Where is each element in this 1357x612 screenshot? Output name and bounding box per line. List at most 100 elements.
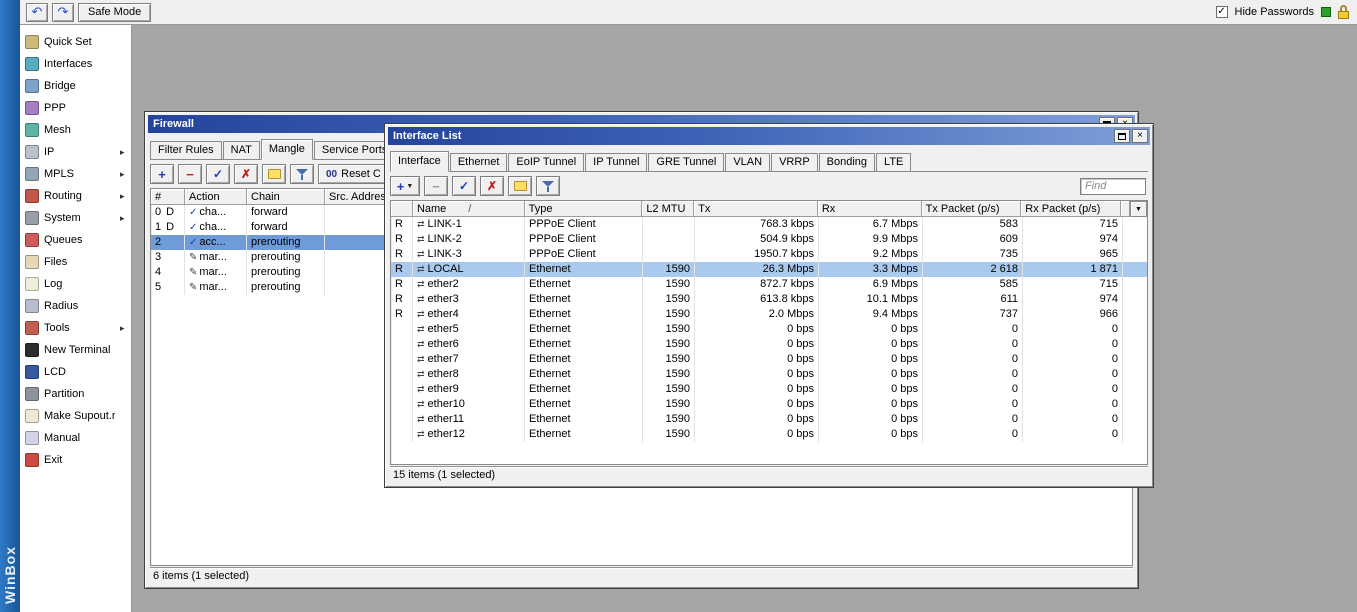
remove-interface-button[interactable]: − bbox=[424, 176, 448, 196]
hide-passwords-checkbox[interactable] bbox=[1216, 6, 1228, 18]
sidebar-item[interactable]: PPP bbox=[20, 97, 131, 119]
hide-passwords-label: Hide Passwords bbox=[1235, 6, 1314, 18]
interface-icon bbox=[417, 293, 428, 305]
column-selector-button[interactable]: ▼ bbox=[1130, 201, 1147, 217]
interface-row[interactable]: ether11 Ethernet 1590 0 bps 0 bps 0 0 bbox=[391, 412, 1147, 427]
column-header-rx[interactable]: Rx bbox=[818, 201, 922, 217]
interface-row[interactable]: R ether2 Ethernet 1590 872.7 kbps 6.9 Mb… bbox=[391, 277, 1147, 292]
sidebar-item[interactable]: System bbox=[20, 207, 131, 229]
interface-table-header: Name/ Type L2 MTU Tx Rx Tx Packet (p/s) … bbox=[391, 201, 1147, 217]
running-flag bbox=[391, 337, 413, 352]
action-mark-icon: ✎ bbox=[189, 267, 197, 278]
sidebar-item[interactable]: MPLS bbox=[20, 163, 131, 185]
interface-row[interactable]: R LINK-2 PPPoE Client 504.9 kbps 9.9 Mbp… bbox=[391, 232, 1147, 247]
tab[interactable]: GRE Tunnel bbox=[648, 153, 724, 171]
interface-row[interactable]: ether7 Ethernet 1590 0 bps 0 bps 0 0 bbox=[391, 352, 1147, 367]
tab[interactable]: Ethernet bbox=[450, 153, 508, 171]
files-icon bbox=[25, 255, 39, 269]
column-header-number[interactable]: # bbox=[151, 189, 185, 205]
interface-row[interactable]: R LOCAL Ethernet 1590 26.3 Mbps 3.3 Mbps… bbox=[391, 262, 1147, 277]
sidebar-item[interactable]: Manual bbox=[20, 427, 131, 449]
interface-row[interactable]: R ether3 Ethernet 1590 613.8 kbps 10.1 M… bbox=[391, 292, 1147, 307]
interface-list-tabs: Interface Ethernet EoIP Tunnel IP Tunnel bbox=[390, 150, 1148, 172]
lock-icon bbox=[1338, 5, 1349, 19]
filter-button[interactable] bbox=[290, 164, 314, 184]
sidebar-item[interactable]: LCD bbox=[20, 361, 131, 383]
column-header-l2mtu[interactable]: L2 MTU bbox=[642, 201, 694, 217]
column-header-name[interactable]: Name/ bbox=[413, 201, 525, 217]
interface-row[interactable]: ether8 Ethernet 1590 0 bps 0 bps 0 0 bbox=[391, 367, 1147, 382]
tab[interactable]: EoIP Tunnel bbox=[508, 153, 584, 171]
sidebar-item[interactable]: Make Supout.rif bbox=[20, 405, 131, 427]
bridge-icon bbox=[25, 79, 39, 93]
tab[interactable]: IP Tunnel bbox=[585, 153, 647, 171]
tab[interactable]: Interface bbox=[390, 151, 449, 172]
close-button[interactable]: × bbox=[1132, 129, 1148, 143]
undo-button[interactable]: ↶ bbox=[26, 3, 48, 22]
dynamic-flag: D bbox=[166, 205, 174, 220]
tab[interactable]: Filter Rules bbox=[150, 141, 222, 159]
running-flag: R bbox=[391, 232, 413, 247]
sidebar-item[interactable]: Tools bbox=[20, 317, 131, 339]
tab[interactable]: Mangle bbox=[261, 139, 313, 160]
running-flag bbox=[391, 367, 413, 382]
column-header-tx-packet[interactable]: Tx Packet (p/s) bbox=[922, 201, 1022, 217]
column-header-tx[interactable]: Tx bbox=[694, 201, 818, 217]
interface-row[interactable]: R LINK-1 PPPoE Client 768.3 kbps 6.7 Mbp… bbox=[391, 217, 1147, 232]
column-header-type[interactable]: Type bbox=[525, 201, 643, 217]
sidebar-item[interactable]: Interfaces bbox=[20, 53, 131, 75]
interface-row[interactable]: ether6 Ethernet 1590 0 bps 0 bps 0 0 bbox=[391, 337, 1147, 352]
interface-row[interactable]: R LINK-3 PPPoE Client 1950.7 kbps 9.2 Mb… bbox=[391, 247, 1147, 262]
comment-button[interactable] bbox=[508, 176, 532, 196]
ppp-icon bbox=[25, 101, 39, 115]
add-rule-button[interactable]: + bbox=[150, 164, 174, 184]
sidebar-item[interactable]: Radius bbox=[20, 295, 131, 317]
sidebar-item[interactable]: Partition bbox=[20, 383, 131, 405]
sidebar-item[interactable]: Bridge bbox=[20, 75, 131, 97]
sidebar-item[interactable]: Quick Set bbox=[20, 31, 131, 53]
find-input[interactable] bbox=[1080, 178, 1146, 195]
enable-interface-button[interactable]: ✓ bbox=[452, 176, 476, 196]
sidebar-item[interactable]: Mesh bbox=[20, 119, 131, 141]
disable-interface-button[interactable]: ✗ bbox=[480, 176, 504, 196]
safe-mode-button[interactable]: Safe Mode bbox=[78, 3, 151, 22]
running-flag bbox=[391, 352, 413, 367]
column-header-rx-packet[interactable]: Rx Packet (p/s) bbox=[1021, 201, 1121, 217]
sidebar-item[interactable]: Files bbox=[20, 251, 131, 273]
column-header-flag[interactable] bbox=[391, 201, 413, 217]
add-interface-button[interactable]: + ▼ bbox=[390, 176, 420, 196]
sidebar-item[interactable]: Routing bbox=[20, 185, 131, 207]
redo-button[interactable]: ↷ bbox=[52, 3, 74, 22]
interface-list-titlebar[interactable]: Interface List × bbox=[388, 127, 1150, 145]
filter-button[interactable] bbox=[536, 176, 560, 196]
tab[interactable]: VRRP bbox=[771, 153, 818, 171]
add-icon: + bbox=[397, 179, 405, 194]
tab[interactable]: NAT bbox=[223, 141, 260, 159]
disable-rule-button[interactable]: ✗ bbox=[234, 164, 258, 184]
interface-row[interactable]: ether12 Ethernet 1590 0 bps 0 bps 0 0 bbox=[391, 427, 1147, 442]
comment-button[interactable] bbox=[262, 164, 286, 184]
main-toolbar: ↶ ↷ Safe Mode Hide Passwords bbox=[20, 0, 1357, 25]
interface-row[interactable]: ether5 Ethernet 1590 0 bps 0 bps 0 0 bbox=[391, 322, 1147, 337]
interface-row[interactable]: ether10 Ethernet 1590 0 bps 0 bps 0 0 bbox=[391, 397, 1147, 412]
sidebar-item[interactable]: Exit bbox=[20, 449, 131, 471]
column-header-chain[interactable]: Chain bbox=[247, 189, 325, 205]
sidebar-item[interactable]: IP bbox=[20, 141, 131, 163]
add-icon: + bbox=[158, 167, 166, 182]
tab[interactable]: Bonding bbox=[819, 153, 875, 171]
remove-rule-button[interactable]: − bbox=[178, 164, 202, 184]
tab[interactable]: VLAN bbox=[725, 153, 770, 171]
reset-counters-button[interactable]: 00 Reset C bbox=[318, 164, 389, 184]
tab[interactable]: LTE bbox=[876, 153, 911, 171]
undo-icon: ↶ bbox=[32, 4, 43, 20]
enable-rule-button[interactable]: ✓ bbox=[206, 164, 230, 184]
interface-row[interactable]: R ether4 Ethernet 1590 2.0 Mbps 9.4 Mbps… bbox=[391, 307, 1147, 322]
interface-row[interactable]: ether9 Ethernet 1590 0 bps 0 bps 0 0 bbox=[391, 382, 1147, 397]
sidebar-item[interactable]: Queues bbox=[20, 229, 131, 251]
maximize-button[interactable] bbox=[1114, 129, 1130, 143]
supout-icon bbox=[25, 409, 39, 423]
sidebar-item[interactable]: Log bbox=[20, 273, 131, 295]
column-header-action[interactable]: Action bbox=[185, 189, 247, 205]
comment-note-icon bbox=[268, 169, 281, 179]
sidebar-item[interactable]: New Terminal bbox=[20, 339, 131, 361]
